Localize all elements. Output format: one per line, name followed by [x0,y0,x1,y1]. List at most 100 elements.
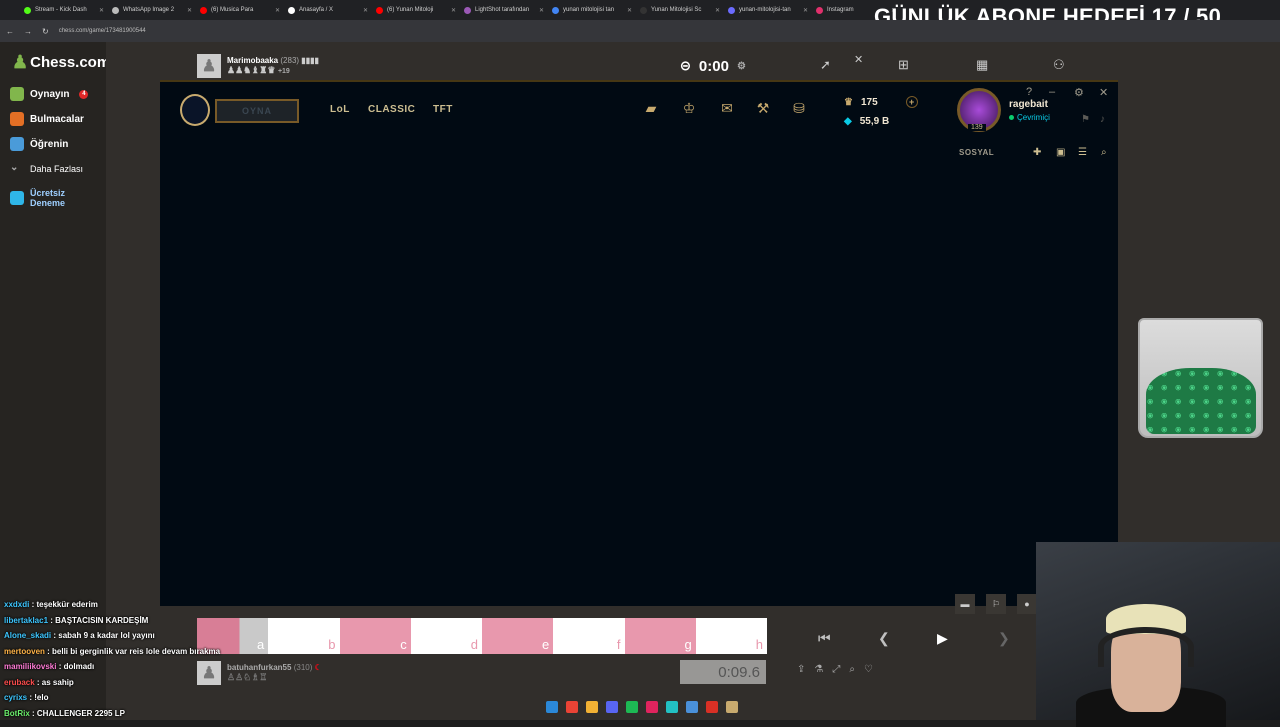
discord-icon[interactable] [606,701,618,713]
stream-chat: xxdxdi : teşekkür ederim libertaklac1 : B… [0,597,330,720]
forward-icon[interactable]: → [24,27,32,36]
browser-tab[interactable]: yunan mitolojisi tan ✕ [548,0,636,20]
chat-username[interactable]: eruback [4,678,35,687]
close-icon[interactable]: ✕ [1099,86,1108,99]
previous-move-icon[interactable]: ❮ [878,630,890,647]
sidebar-item[interactable]: Bulmacalar [10,112,84,126]
rocket-icon[interactable]: ➚ [820,57,831,73]
bell-icon[interactable]: ♪ [1100,114,1105,125]
expand-icon[interactable]: ⤢ [832,664,840,675]
chat-username[interactable]: xxdxdi [4,600,29,609]
xbox-icon[interactable] [646,701,658,713]
profile-status[interactable]: Çevrimiçi [1009,113,1050,122]
play-button[interactable]: OYNA [215,99,299,123]
chat-username[interactable]: BotRix [4,709,30,718]
close-icon[interactable]: ✕ [715,7,720,14]
board-square[interactable]: c [339,618,411,654]
chat-icon[interactable]: ▬ [955,594,975,614]
close-icon[interactable]: ✕ [187,7,192,14]
lol-logo-icon[interactable] [180,94,210,126]
store-icon[interactable]: ⛁ [790,100,808,118]
nav-lol[interactable]: LoL [330,104,350,115]
sidebar-item[interactable]: Ücretsiz Deneme [10,188,76,208]
analysis-icon[interactable]: ⚗ [814,664,823,675]
champions-icon[interactable]: ♔ [680,100,698,118]
add-rp-icon[interactable]: + [905,96,918,108]
browser-tab[interactable]: yunan-mitolojisi-tan ✕ [724,0,812,20]
minimize-icon[interactable]: – [1049,86,1055,98]
collection-icon[interactable]: ▰ [642,100,660,118]
profile-username[interactable]: ragebait [1009,99,1048,110]
back-icon[interactable]: ← [6,27,14,36]
chat-username[interactable]: cyrixs [4,693,27,702]
first-move-icon[interactable]: ⏮ [818,630,831,647]
board-square[interactable]: e [482,618,554,654]
lol-client-icon[interactable] [726,701,738,713]
add-friend-icon[interactable]: ✚ [1033,147,1041,158]
gear-icon[interactable]: ⚙ [737,61,746,72]
microphone-icon[interactable]: ● [1017,594,1037,614]
spotify-icon[interactable] [626,701,638,713]
sidebar-item[interactable]: ⌄ Daha Fazlası [10,162,83,176]
file-explorer-icon[interactable] [586,701,598,713]
browser-tab[interactable]: Stream - Kick Dash ✕ [20,0,108,20]
browser-tab[interactable]: Anasayfa / X ✕ [284,0,372,20]
chesscom-logo[interactable]: ♟ Chess.com [12,52,110,73]
close-icon[interactable]: ✕ [275,7,280,14]
list-icon[interactable]: ☰ [1078,147,1087,158]
browser-tab[interactable]: Yunan Mitolojisi Sc ✕ [636,0,724,20]
play-icon[interactable]: ▶ [937,630,948,647]
reload-icon[interactable]: ↻ [42,27,49,36]
close-icon[interactable]: ✕ [539,7,544,14]
next-move-icon[interactable]: ❯ [998,630,1010,647]
be-icon: ◆ [844,116,852,127]
players-icon[interactable]: ⚇ [1053,57,1065,73]
add-folder-icon[interactable]: ▣ [1056,147,1065,158]
chat-username[interactable]: mamiliikovski [4,662,56,671]
loot-icon[interactable]: ✉ [718,100,736,118]
url-field[interactable]: chess.com/game/173481900544 [59,28,146,34]
chat-username[interactable]: libertaklac1 [4,616,48,625]
browser-tab[interactable]: (6) Musica Para ✕ [196,0,284,20]
terminal-icon[interactable] [666,701,678,713]
top-player-name[interactable]: Marimobaaka [227,56,278,65]
nav-classic[interactable]: CLASSIC [368,104,415,115]
windows-start-icon[interactable] [546,701,558,713]
plus-square-icon[interactable]: ⊞ [898,57,909,73]
board-square[interactable]: h [695,618,767,654]
close-icon[interactable]: ✕ [99,7,104,14]
sidebar-item[interactable]: Oynayın 4 [10,87,89,101]
search-icon[interactable] [686,701,698,713]
settings-icon[interactable]: ⚙ [1074,86,1084,99]
close-icon[interactable]: ✕ [363,7,368,14]
close-icon[interactable]: ✕ [854,53,863,66]
riot-points[interactable]: ♛ 175 + [844,96,918,108]
close-icon[interactable]: ✕ [451,7,456,14]
chat-text: BAŞTACISIN KARDEŞİM [55,615,149,625]
help-icon[interactable]: ? [1026,86,1032,98]
board-icon[interactable]: ▦ [976,57,988,73]
sidebar-item[interactable]: Öğrenin [10,137,68,151]
board-square[interactable]: g [624,618,696,654]
close-icon[interactable]: ✕ [627,7,632,14]
share-icon[interactable]: ⇪ [797,664,805,675]
board-square[interactable]: d [410,618,482,654]
crafting-icon[interactable]: ⚒ [754,100,772,118]
blue-essence[interactable]: ◆ 55,9 B [844,116,889,127]
notification-icon[interactable]: ⚑ [1081,114,1090,125]
top-clock: ⊝ 0:00 ⚙ [680,55,770,77]
heart-icon[interactable]: ♡ [864,664,873,675]
browser-tab[interactable]: (6) Yunan Mitoloji ✕ [372,0,460,20]
close-icon[interactable]: ✕ [803,7,808,14]
board-square[interactable]: f [553,618,625,654]
chat-username[interactable]: mertooven [4,647,45,656]
search-icon[interactable]: ⌕ [1101,147,1107,158]
zoom-icon[interactable]: ⌕ [849,664,855,675]
chrome-icon[interactable] [566,701,578,713]
browser-tab[interactable]: WhatsApp Image 2 ✕ [108,0,196,20]
obs-icon[interactable] [706,701,718,713]
nav-tft[interactable]: TFT [433,104,453,115]
chat-username[interactable]: Alone_skadi [4,631,51,640]
flag-icon[interactable]: ⚐ [986,594,1006,614]
browser-tab[interactable]: LightShot tarafından ✕ [460,0,548,20]
